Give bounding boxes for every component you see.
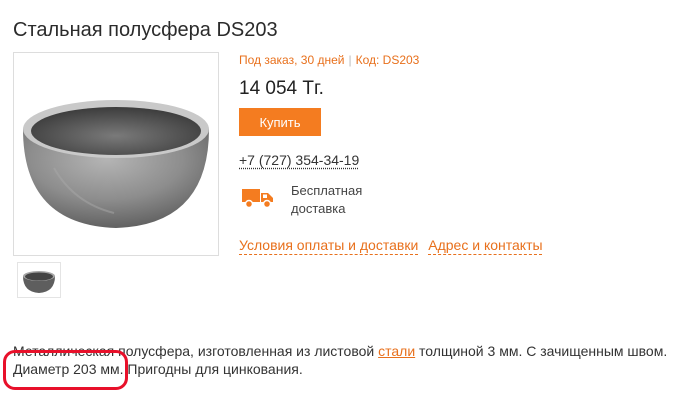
buy-button[interactable]: Купить xyxy=(239,108,321,136)
delivery-line-1: Бесплатная xyxy=(291,183,363,198)
highlight-circle xyxy=(3,350,128,390)
info-links: Условия оплаты и доставки Адрес и контакт… xyxy=(239,237,543,253)
description-text-2: толщиной 3 мм. С зачищенным швом. xyxy=(415,343,668,359)
contacts-link[interactable]: Адрес и контакты xyxy=(428,237,542,253)
product-image[interactable] xyxy=(13,52,219,256)
hemisphere-image xyxy=(23,100,209,228)
description-text-3: Пригодны для цинкования. xyxy=(123,361,303,377)
availability-text: Под заказ, 30 дней xyxy=(239,53,345,67)
delivery-line-2: доставка xyxy=(291,201,346,216)
product-thumbnail[interactable] xyxy=(17,262,61,298)
payment-delivery-link[interactable]: Условия оплаты и доставки xyxy=(239,237,418,253)
truck-icon xyxy=(242,189,273,209)
thumbnail-image xyxy=(17,262,61,298)
steel-link[interactable]: стали xyxy=(378,343,415,359)
delivery-info: Бесплатная доставка xyxy=(291,182,411,218)
product-code: Код: DS203 xyxy=(355,53,420,67)
price: 14 054 Тг. xyxy=(239,78,324,99)
meta-separator: | xyxy=(348,53,352,67)
phone-link[interactable]: +7 (727) 354-34-19 xyxy=(239,152,359,168)
product-meta: Под заказ, 30 дней | Код: DS203 xyxy=(239,53,419,67)
page-title: Стальная полусфера DS203 xyxy=(13,19,278,41)
